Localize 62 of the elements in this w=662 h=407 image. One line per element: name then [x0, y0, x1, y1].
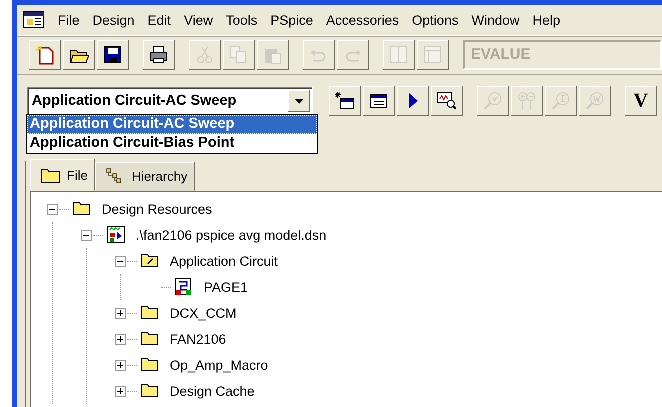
tree-item[interactable]: DCX_CCM: [170, 306, 237, 320]
columns-icon: [389, 45, 409, 65]
expand-icon[interactable]: [115, 386, 126, 396]
power-probe-icon: [585, 91, 605, 111]
folder-icon: [141, 330, 160, 348]
dropdown-option[interactable]: Application Circuit-AC Sweep: [27, 115, 317, 134]
menu-item[interactable]: Edit: [142, 12, 180, 28]
toolbar-button[interactable]: [97, 40, 129, 70]
tree-item[interactable]: Design Resources: [102, 202, 212, 216]
toolbar-button[interactable]: [143, 40, 175, 70]
expand-icon[interactable]: [115, 308, 126, 318]
toolbar-button[interactable]: [363, 86, 395, 116]
differential-probe-icon: [517, 91, 537, 111]
tree-item[interactable]: FAN2106: [170, 332, 226, 346]
tree-item[interactable]: Op_Amp_Macro: [170, 358, 268, 372]
scissors-icon: [195, 45, 215, 65]
tree-item[interactable]: PAGE1: [204, 280, 248, 294]
tab[interactable]: Hierarchy: [94, 162, 195, 191]
profile-dropdown[interactable]: Application Circuit-AC Sweep: [27, 87, 313, 115]
folder-icon: [73, 200, 92, 218]
toolbar-button[interactable]: V: [625, 86, 657, 116]
collapse-icon[interactable]: [47, 204, 58, 214]
dropdown-arrow-icon: [294, 98, 304, 104]
collapse-icon[interactable]: [81, 230, 92, 240]
menu-item[interactable]: PSpice: [266, 12, 322, 28]
toolbar-button[interactable]: [431, 86, 463, 116]
toolbar-button[interactable]: [329, 86, 361, 116]
app-icon[interactable]: [23, 11, 45, 29]
folder-icon: [141, 252, 160, 270]
printer-icon: [149, 45, 169, 65]
tree-item[interactable]: Application Circuit: [170, 254, 278, 268]
folder-icon: [41, 166, 61, 184]
folder-icon: [141, 356, 160, 374]
menu-item[interactable]: Accessories: [321, 12, 408, 28]
new-profile-icon: [335, 91, 355, 111]
dropdown-option[interactable]: Application Circuit-Bias Point: [27, 134, 317, 153]
menu-item[interactable]: Tools: [221, 12, 266, 28]
current-probe-icon: [551, 91, 571, 111]
menu-item[interactable]: Design: [88, 12, 143, 28]
folder-icon: [141, 304, 160, 322]
menu-item[interactable]: Window: [466, 12, 528, 28]
menu-item[interactable]: File: [53, 12, 88, 28]
document-icon: [35, 45, 55, 65]
toolbar-button[interactable]: [397, 86, 429, 116]
schematic-page-icon: [175, 278, 194, 296]
menu-item[interactable]: Help: [528, 12, 568, 28]
schematic-icon: [107, 226, 126, 244]
menu-item[interactable]: View: [179, 12, 222, 28]
folder-icon: [141, 382, 160, 400]
tab[interactable]: File: [30, 159, 95, 191]
tree-item[interactable]: Design Cache: [170, 384, 255, 398]
tree-item[interactable]: .\fan2106 pspice avg model.dsn: [136, 228, 327, 242]
copy-icon: [229, 45, 249, 65]
collapse-icon[interactable]: [115, 256, 126, 266]
menu-item[interactable]: Options: [407, 12, 467, 28]
voltage-probe-icon: [483, 91, 503, 111]
waveform-magnifier-icon: [437, 91, 457, 111]
window-icon: [423, 45, 443, 65]
toolbar-button[interactable]: [29, 40, 61, 70]
expand-icon[interactable]: [115, 360, 126, 370]
expand-icon[interactable]: [115, 334, 126, 344]
toolbar-button[interactable]: [63, 40, 95, 70]
